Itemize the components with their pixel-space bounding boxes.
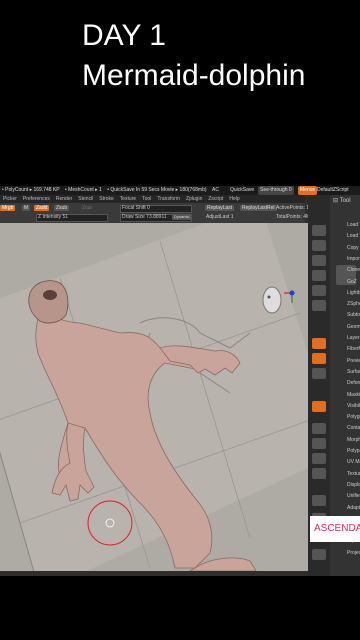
- menu-texture[interactable]: Texture: [117, 196, 139, 202]
- menu-render[interactable]: Render: [53, 196, 75, 202]
- tool-item[interactable]: Visibili: [347, 403, 360, 409]
- quicksave-button[interactable]: QuickSave: [228, 186, 256, 195]
- replay-last-button[interactable]: ReplayLast: [205, 205, 235, 211]
- bpr-button[interactable]: [312, 225, 326, 236]
- zbrush-window: • PolyCount ▸ 169.748 KP • MeshCount ▸ 1…: [0, 186, 360, 576]
- document-canvas[interactable]: [0, 223, 308, 571]
- persp-button[interactable]: [312, 338, 326, 349]
- tool-item[interactable]: GoZ: [347, 279, 357, 285]
- dolphin-eye-socket: [43, 290, 57, 300]
- rotate-button[interactable]: [312, 468, 326, 479]
- mrgb-button[interactable]: Mrgb: [0, 205, 16, 211]
- total-points-readout: TotalPoints: 4M: [276, 214, 311, 220]
- default-zscript-button[interactable]: DefaultZScript: [315, 186, 351, 195]
- tool-item[interactable]: Lightb: [347, 290, 360, 296]
- replay-last-rel-button[interactable]: ReplayLastRel: [240, 205, 277, 211]
- adjust-last-slider[interactable]: AdjustLast 1: [206, 214, 234, 220]
- frame-button[interactable]: [312, 423, 326, 434]
- menu-stencil[interactable]: Stencil: [75, 196, 96, 202]
- menu-zscript[interactable]: Zscript: [205, 196, 226, 202]
- quicksave-movie-readout: • QuickSave In 59 Secs Movie ▸ 180(768mb…: [107, 187, 207, 193]
- ac-button[interactable]: AC: [210, 186, 221, 195]
- tool-item[interactable]: Adaptiv: [347, 505, 360, 511]
- tool-item[interactable]: Polygr: [347, 414, 360, 420]
- move-button[interactable]: [312, 438, 326, 449]
- scale-button[interactable]: [312, 453, 326, 464]
- tool-item[interactable]: Contac: [347, 425, 360, 431]
- dynamic-button[interactable]: Dynamic: [172, 214, 192, 220]
- tool-item[interactable]: Polypa: [347, 448, 360, 454]
- xpose-button[interactable]: [312, 549, 326, 560]
- tool-item[interactable]: Geome: [347, 324, 360, 330]
- meshcount-readout: • MeshCount ▸ 1: [65, 187, 102, 193]
- navigation-head-icon[interactable]: [262, 286, 282, 314]
- z-intensity-label: Z Intensity 51: [38, 214, 69, 220]
- tool-item[interactable]: FiberM: [347, 346, 360, 352]
- tool-item[interactable]: Deform: [347, 380, 360, 386]
- top-shelf: Mrgb M Zadd Zsub Zcut Z Intensity 51 Foc…: [0, 203, 324, 223]
- status-bar: • PolyCount ▸ 169.748 KP • MeshCount ▸ 1…: [0, 186, 360, 195]
- tool-item[interactable]: Project: [347, 550, 360, 556]
- m-button[interactable]: M: [22, 205, 31, 211]
- tool-item[interactable]: Maskin: [347, 392, 360, 398]
- menu-zplugin[interactable]: Zplugin: [183, 196, 205, 202]
- see-through-value: 0: [288, 187, 292, 193]
- spix-button[interactable]: [312, 240, 326, 251]
- tool-item[interactable]: Layer: [347, 335, 360, 341]
- tool-item[interactable]: Unifie: [347, 493, 360, 499]
- main-menu: Picker Preferences Render Stencil Stroke Text…: [0, 195, 305, 203]
- focal-shift-label: Focal Shift 0: [122, 205, 150, 211]
- see-through-slider[interactable]: See-through 0: [258, 186, 294, 195]
- tool-item[interactable]: Morph: [347, 437, 360, 443]
- tool-item[interactable]: Subtoo: [347, 312, 360, 318]
- zoom-button[interactable]: [312, 270, 326, 281]
- caption-day: DAY 1: [82, 19, 166, 52]
- collapse-icon: ⊟: [333, 198, 339, 204]
- tool-item[interactable]: Load T: [347, 222, 360, 228]
- zadd-button[interactable]: Zadd: [34, 205, 50, 211]
- tool-item[interactable]: Surface: [347, 369, 360, 375]
- floor-button[interactable]: [312, 353, 326, 364]
- menu-picker[interactable]: Picker: [0, 196, 20, 202]
- menu-help[interactable]: Help: [226, 196, 242, 202]
- tool-item[interactable]: ZSpher: [347, 301, 360, 307]
- local-button[interactable]: [312, 368, 326, 379]
- xyz-button[interactable]: [312, 401, 326, 412]
- polycount-readout: • PolyCount ▸ 169.748 KP: [2, 187, 60, 193]
- tool-item[interactable]: Texture: [347, 471, 360, 477]
- tool-item[interactable]: Copy T: [347, 245, 360, 251]
- menu-tool[interactable]: Tool: [139, 196, 154, 202]
- scroll-button[interactable]: [312, 255, 326, 266]
- tool-palette-title: Tool: [339, 198, 351, 204]
- tool-item[interactable]: Load T: [347, 233, 360, 239]
- menu-stroke[interactable]: Stroke: [96, 196, 116, 202]
- draw-size-label: Draw Size 73.88911: [122, 214, 167, 220]
- see-through-label: See-through: [260, 187, 288, 193]
- tool-palette-title-row[interactable]: ⊟ Tool: [333, 197, 351, 204]
- menu-preferences[interactable]: Preferences: [20, 196, 53, 202]
- watermark: ASCENDA: [310, 516, 360, 542]
- zsub-button[interactable]: Zsub: [54, 205, 70, 211]
- zcut-button[interactable]: Zcut: [80, 205, 94, 211]
- tool-item[interactable]: Preview: [347, 358, 360, 364]
- tool-item[interactable]: UV Ma: [347, 459, 360, 465]
- tool-item[interactable]: Import: [347, 256, 360, 262]
- actual-button[interactable]: [312, 285, 326, 296]
- caption-title: Mermaid-dolphin: [82, 59, 306, 92]
- polyf-button[interactable]: [312, 495, 326, 506]
- sculpt-view[interactable]: [0, 223, 308, 571]
- menu-transform[interactable]: Transform: [154, 196, 183, 202]
- aahalf-button[interactable]: [312, 300, 326, 311]
- tool-item[interactable]: Clone: [347, 267, 360, 273]
- tool-item[interactable]: Display: [347, 482, 360, 488]
